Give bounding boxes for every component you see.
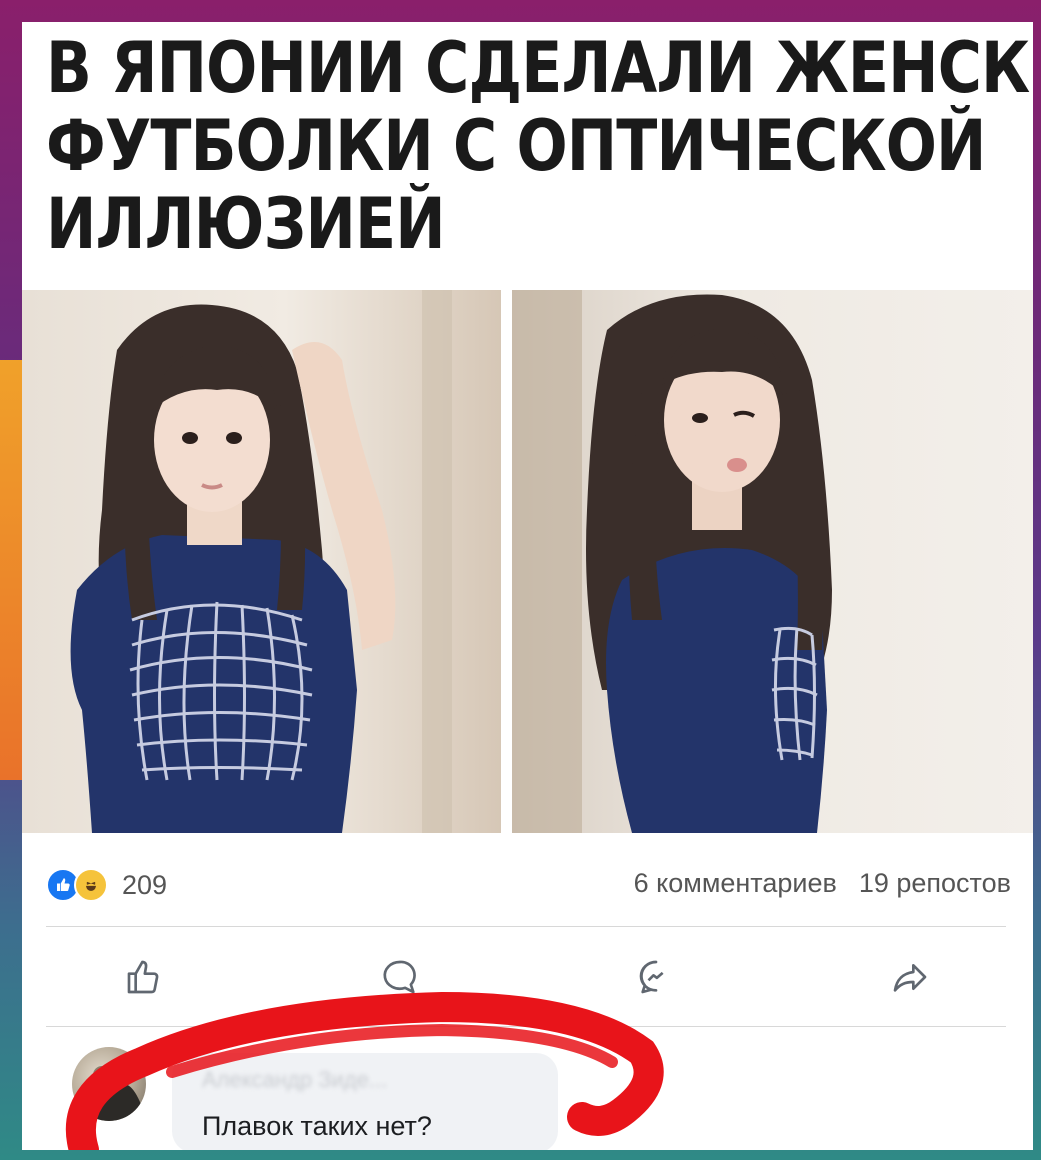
comments-count[interactable]: 6 комментариев	[634, 868, 837, 899]
post-stats: 6 комментариев 19 репостов	[634, 868, 1011, 899]
comment-icon	[383, 960, 416, 994]
headline-line-1: В ЯПОНИИ СДЕЛАЛИ ЖЕНСКИЕ	[46, 27, 1033, 109]
reaction-summary[interactable]: 209	[46, 868, 167, 902]
comment-author[interactable]: Александр Зиде...	[202, 1067, 387, 1093]
action-bar	[22, 947, 1033, 1017]
like-icon	[127, 960, 159, 994]
post-card: В ЯПОНИИ СДЕЛАЛИ ЖЕНСКИЕ ФУТБОЛКИ С ОПТИ…	[22, 22, 1033, 1150]
like-button[interactable]	[114, 947, 174, 1007]
share-button[interactable]	[880, 947, 940, 1007]
messenger-button[interactable]	[626, 947, 686, 1007]
post-photo-right[interactable]	[512, 290, 1033, 833]
avatar[interactable]	[72, 1047, 146, 1121]
haha-reaction-icon	[74, 868, 108, 902]
headline-line-2: ФУТБОЛКИ С ОПТИЧЕСКОЙ	[46, 105, 986, 187]
headline-line-3: ИЛЛЮЗИЕЙ	[46, 183, 446, 265]
comment-button[interactable]	[370, 947, 430, 1007]
messenger-icon	[639, 960, 664, 994]
post-photo-left[interactable]	[22, 290, 501, 833]
share-icon	[893, 964, 927, 992]
avatar-image	[72, 1066, 146, 1121]
reaction-count: 209	[122, 869, 168, 900]
photo-divider	[501, 290, 512, 833]
comment-row: Александр Зиде... Плавок таких нет?	[22, 1037, 1033, 1150]
shares-count[interactable]: 19 репостов	[859, 868, 1011, 899]
background-strip	[0, 360, 22, 780]
post-headline: В ЯПОНИИ СДЕЛАЛИ ЖЕНСКИЕ ФУТБОЛКИ С ОПТИ…	[22, 22, 1033, 292]
divider-top	[46, 926, 1006, 927]
comment-text: Плавок таких нет?	[202, 1111, 432, 1141]
photo-left-illustration	[70, 290, 452, 833]
photo-right-illustration	[512, 290, 832, 833]
comment-bubble: Александр Зиде... Плавок таких нет?	[172, 1053, 558, 1150]
divider-bottom	[46, 1026, 1006, 1027]
